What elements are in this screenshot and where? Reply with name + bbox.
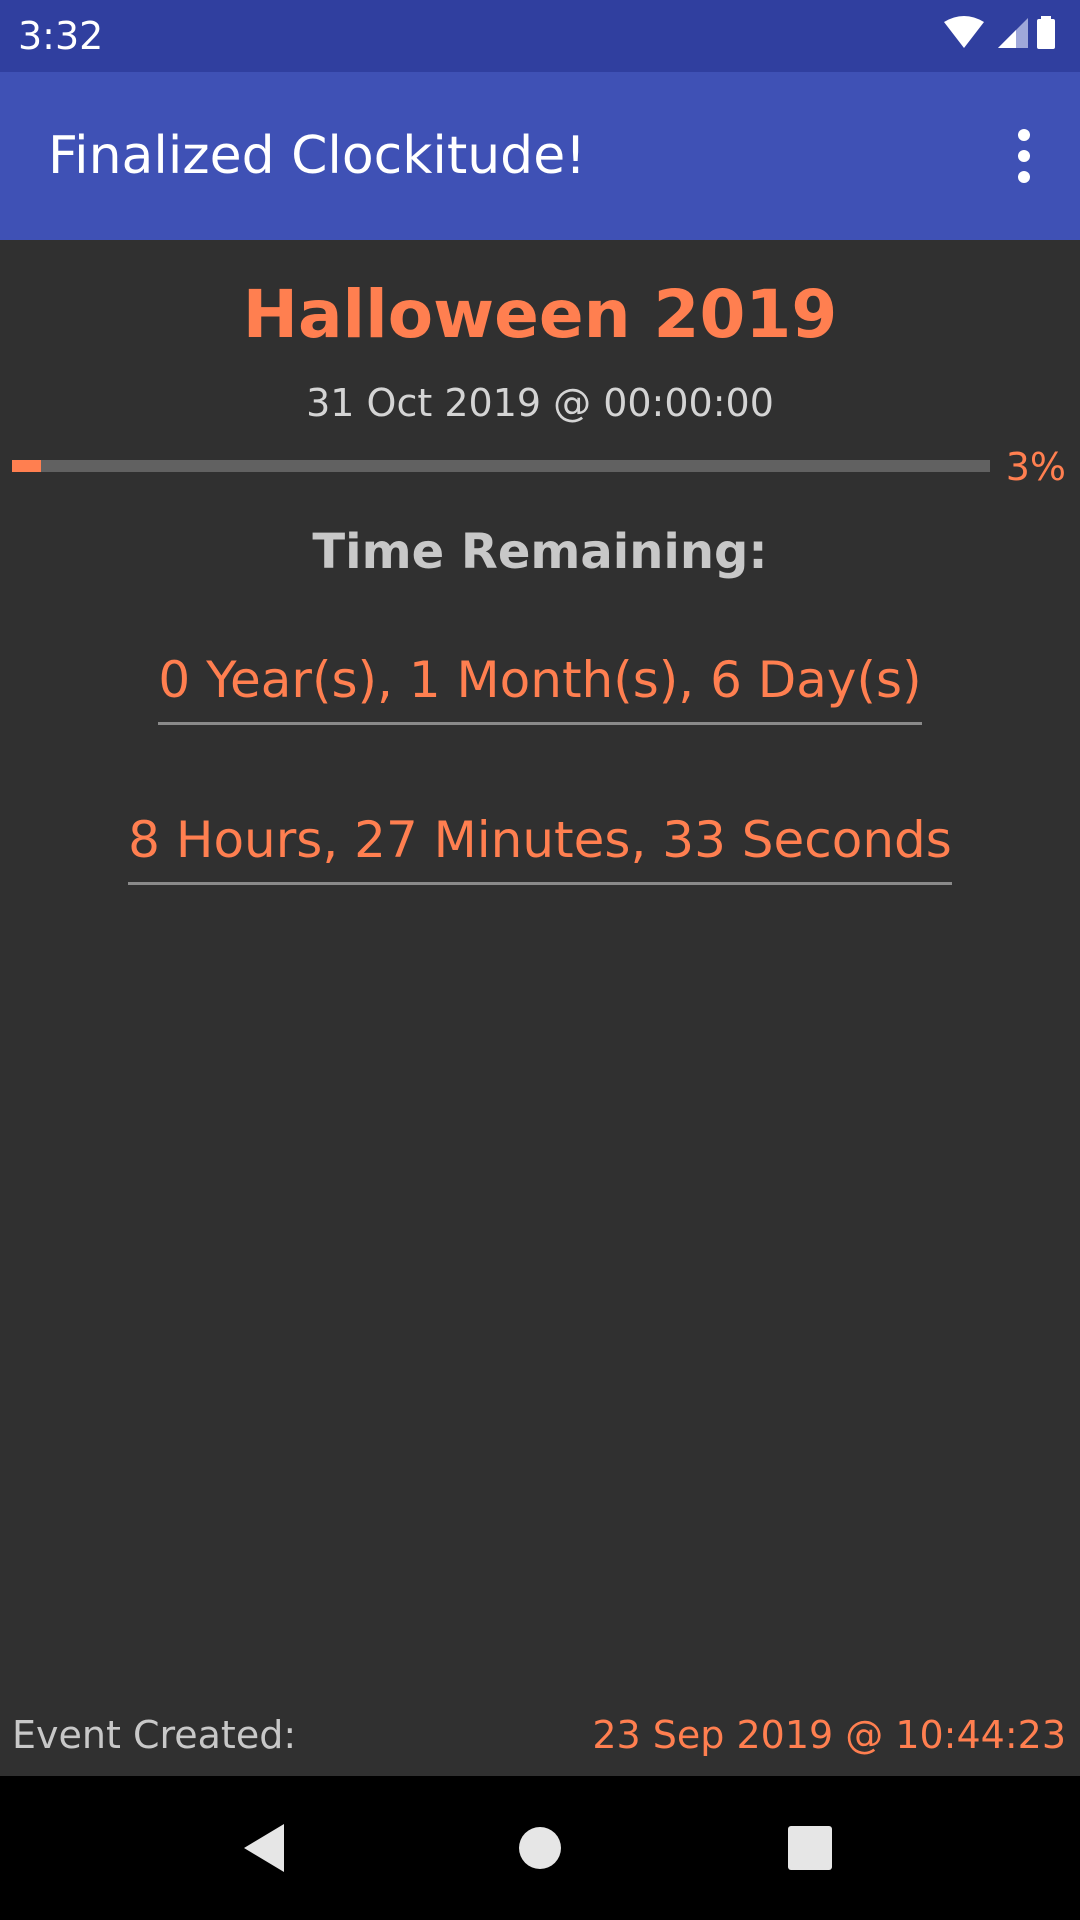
- progress-label: 3%: [1005, 445, 1066, 489]
- navigation-bar: [0, 1776, 1080, 1920]
- countdown-days-text: 0 Year(s), 1 Month(s), 6 Day(s): [158, 648, 922, 725]
- back-icon: [244, 1824, 284, 1872]
- more-vert-icon: [1018, 129, 1030, 183]
- progress-bar: [12, 460, 990, 472]
- status-bar: 3:32: [0, 0, 1080, 72]
- status-icons: [944, 16, 1055, 49]
- recents-button[interactable]: [760, 1798, 860, 1898]
- app-title: Finalized Clockitude!: [48, 126, 587, 186]
- home-icon: [519, 1827, 561, 1869]
- countdown-days-field: 0 Year(s), 1 Month(s), 6 Day(s): [0, 648, 1080, 725]
- event-created-label: Event Created:: [12, 1713, 297, 1757]
- app-bar: Finalized Clockitude!: [0, 72, 1080, 240]
- progress-fill: [12, 460, 42, 472]
- recents-icon: [788, 1826, 832, 1870]
- app-screen: 3:32 Finalized Clockitude! Halloween 201…: [0, 0, 1080, 1920]
- back-button[interactable]: [218, 1798, 318, 1898]
- wifi-icon: [944, 16, 984, 48]
- event-date: 31 Oct 2019 @ 00:00:00: [306, 381, 774, 425]
- time-remaining-heading: Time Remaining:: [312, 524, 768, 580]
- countdown-time-text: 8 Hours, 27 Minutes, 33 Seconds: [128, 808, 952, 885]
- event-title: Halloween 2019: [242, 276, 838, 353]
- battery-icon: [1037, 16, 1055, 49]
- home-button[interactable]: [490, 1798, 590, 1898]
- more-options-button[interactable]: [992, 118, 1056, 194]
- status-time: 3:32: [18, 14, 104, 58]
- cell-signal-icon: [998, 18, 1028, 48]
- event-created-value: 23 Sep 2019 @ 10:44:23: [592, 1713, 1066, 1757]
- countdown-time-field: 8 Hours, 27 Minutes, 33 Seconds: [0, 808, 1080, 885]
